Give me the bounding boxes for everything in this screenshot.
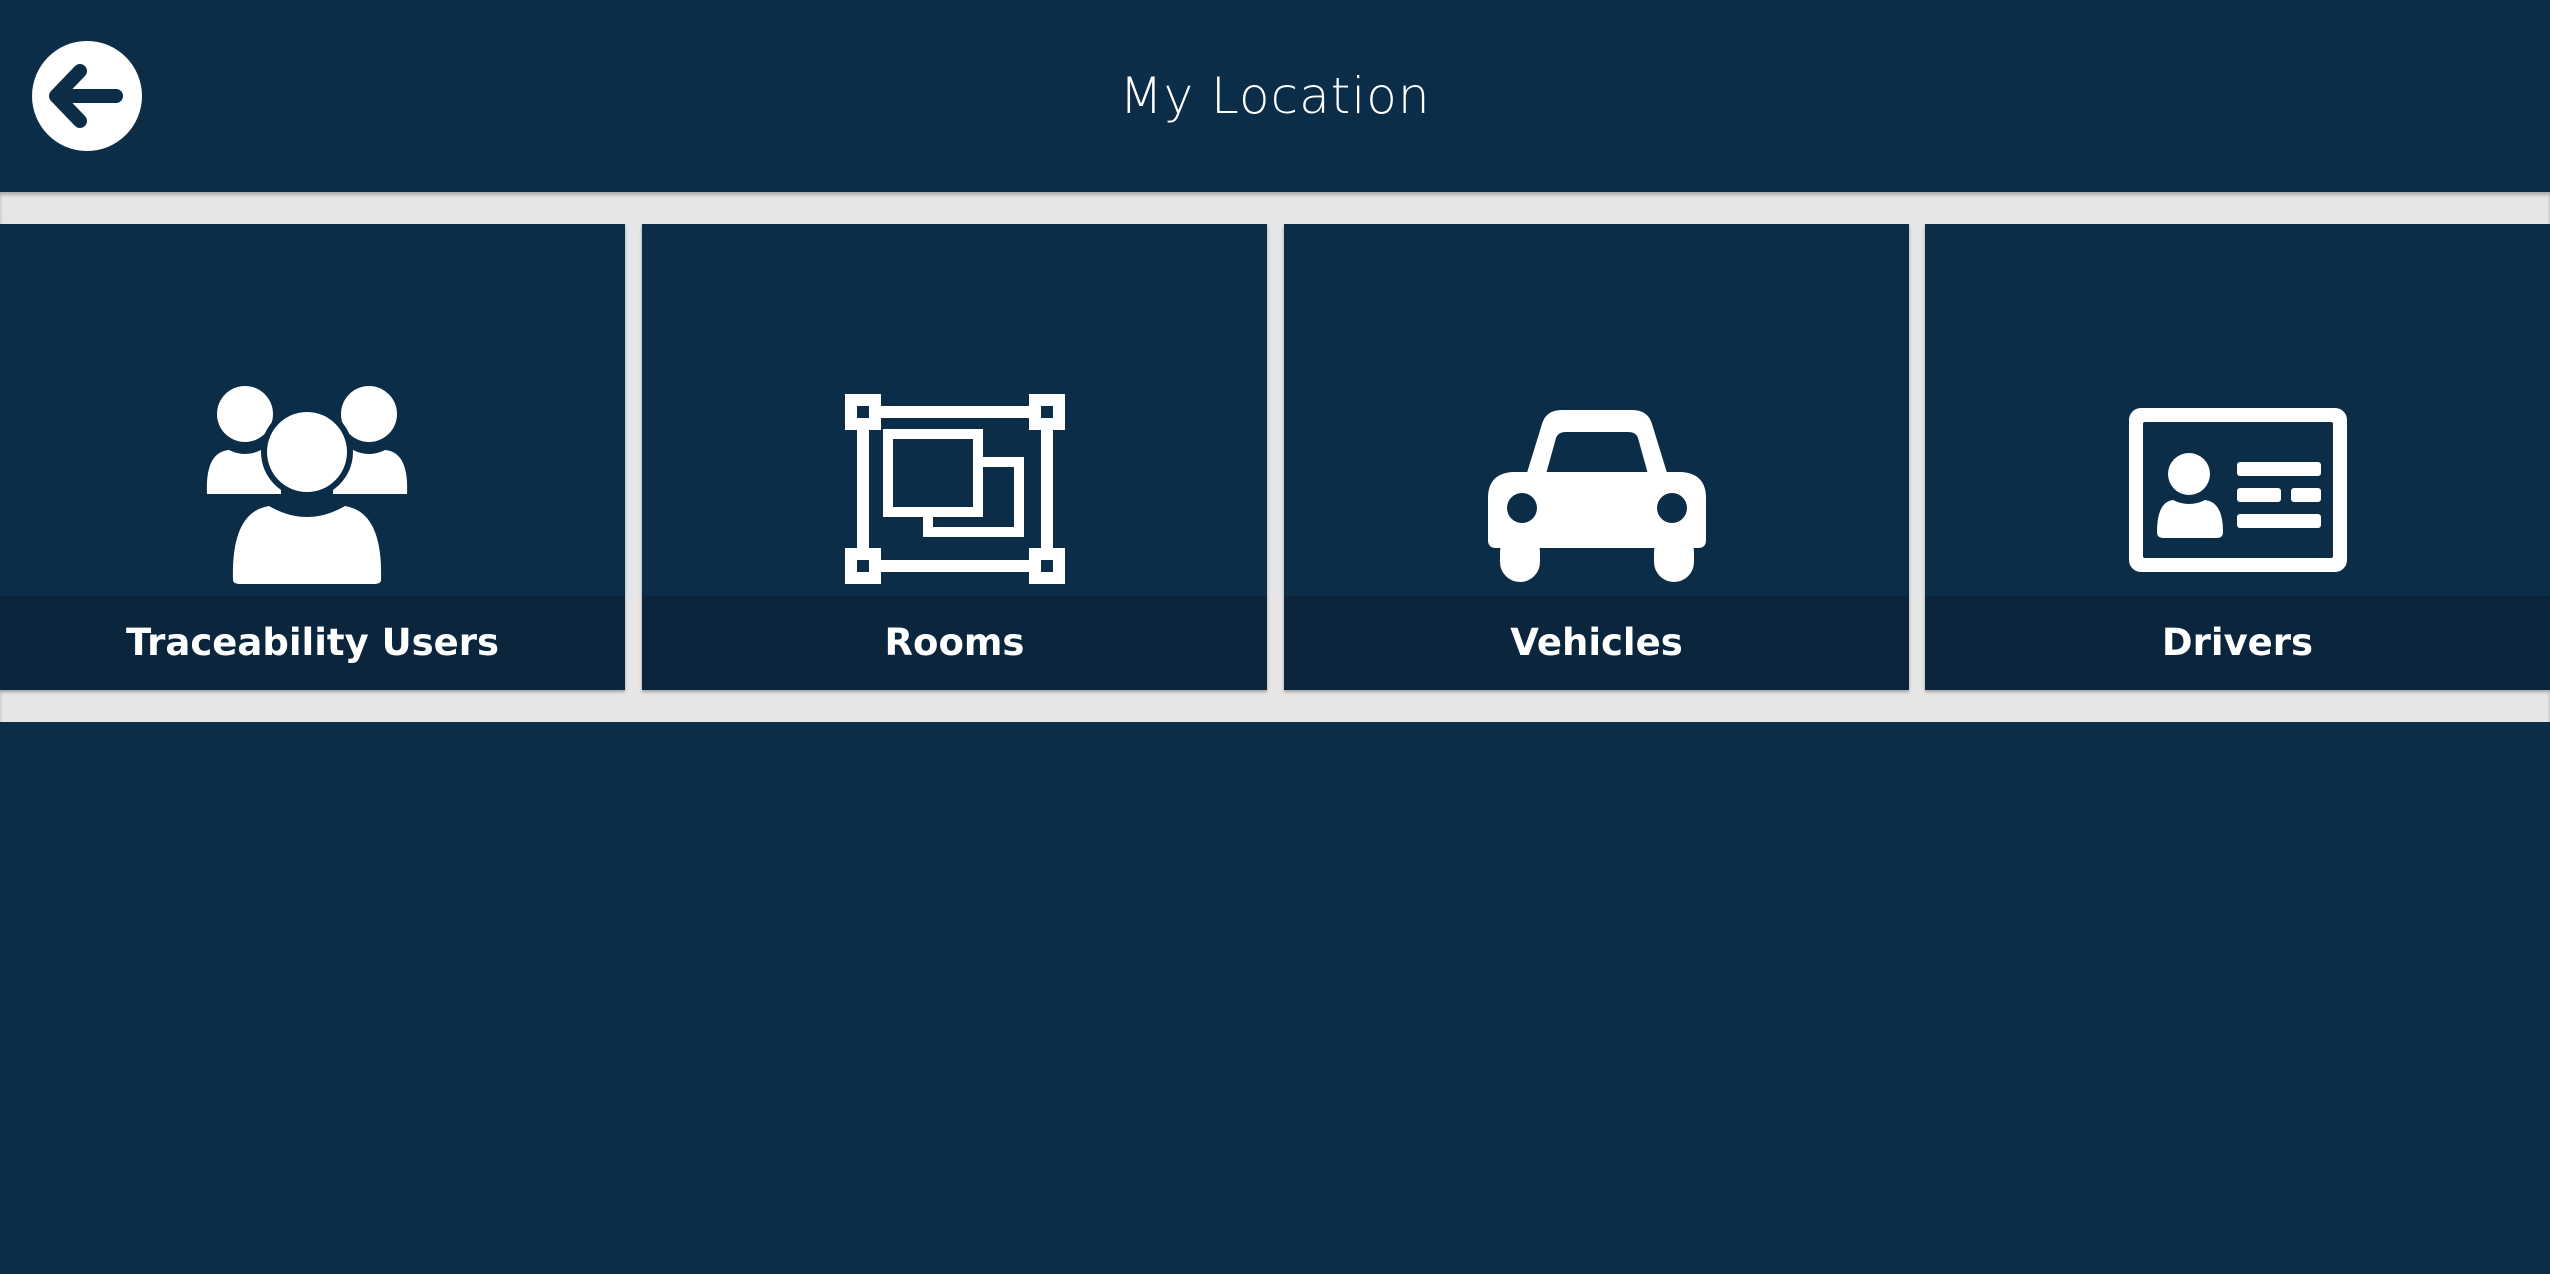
back-button[interactable] — [32, 41, 142, 151]
empty-content-area — [0, 722, 2550, 1274]
tile-drivers[interactable]: Drivers — [1925, 224, 2550, 690]
tiles-section: Traceability Users Rooms Vehicles Driver… — [0, 192, 2550, 722]
tile-label-bar: Drivers — [1925, 596, 2550, 690]
tile-icon-area — [1925, 224, 2550, 596]
tile-label: Drivers — [2161, 621, 2314, 664]
tile-icon-area — [0, 224, 625, 596]
tile-rooms[interactable]: Rooms — [642, 224, 1267, 690]
page-title: My Location — [1119, 67, 1431, 125]
tile-label-bar: Vehicles — [1284, 596, 1909, 690]
tile-icon-area — [1284, 224, 1909, 596]
tile-vehicles[interactable]: Vehicles — [1284, 224, 1909, 690]
tile-label-bar: Rooms — [642, 596, 1267, 690]
tile-traceability-users[interactable]: Traceability Users — [0, 224, 625, 690]
tile-label: Traceability Users — [125, 621, 500, 664]
tile-label-bar: Traceability Users — [0, 596, 625, 690]
tile-label: Vehicles — [1510, 621, 1683, 664]
app-window: My Location Traceability Users Rooms Veh… — [0, 0, 2550, 1274]
header-bar: My Location — [0, 0, 2550, 190]
tile-icon-area — [642, 224, 1267, 596]
tile-label: Rooms — [884, 621, 1025, 664]
